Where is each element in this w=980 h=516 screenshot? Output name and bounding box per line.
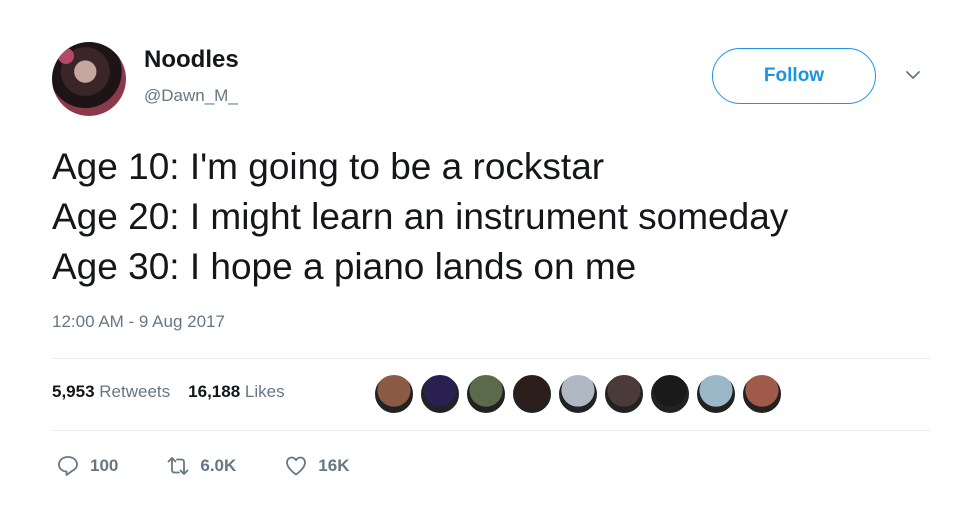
liker-avatar[interactable] xyxy=(650,374,690,414)
liker-avatar[interactable] xyxy=(742,374,782,414)
hair-flower xyxy=(58,48,74,64)
liker-avatar[interactable] xyxy=(420,374,460,414)
heart-icon xyxy=(286,456,307,476)
tweet-line: Age 30: I hope a piano lands on me xyxy=(52,246,637,287)
like-button[interactable]: 16K xyxy=(284,454,349,478)
retweets-stat[interactable]: 5,953 Retweets xyxy=(52,382,170,402)
author-avatar[interactable] xyxy=(52,42,126,116)
tweet-line: Age 10: I'm going to be a rockstar xyxy=(52,146,605,187)
divider xyxy=(52,430,930,431)
likes-count: 16,188 xyxy=(188,382,241,401)
retweet-button[interactable]: 6.0K xyxy=(166,454,236,478)
tweet-stats: 5,953 Retweets 16,188 Likes xyxy=(52,382,285,402)
liker-avatar[interactable] xyxy=(604,374,644,414)
retweet-icon xyxy=(167,457,189,475)
like-count: 16K xyxy=(318,456,350,475)
tweet-actions: 100 6.0K 16K xyxy=(56,454,397,478)
reply-button[interactable]: 100 xyxy=(56,454,118,478)
liker-avatar[interactable] xyxy=(558,374,598,414)
likes-label: Likes xyxy=(244,382,285,401)
chevron-down-icon[interactable] xyxy=(902,64,924,86)
liker-avatars xyxy=(374,374,782,414)
liker-avatar[interactable] xyxy=(696,374,736,414)
author-display-name[interactable]: Noodles xyxy=(144,46,239,74)
divider xyxy=(52,358,930,359)
follow-button[interactable]: Follow xyxy=(712,48,876,104)
reply-count: 100 xyxy=(90,456,119,475)
likes-stat[interactable]: 16,188 Likes xyxy=(188,382,284,402)
retweets-count: 5,953 xyxy=(52,382,95,401)
liker-avatar[interactable] xyxy=(512,374,552,414)
liker-avatar[interactable] xyxy=(374,374,414,414)
liker-avatar[interactable] xyxy=(466,374,506,414)
retweets-label: Retweets xyxy=(99,382,171,401)
retweet-count: 6.0K xyxy=(200,456,237,475)
tweet-line: Age 20: I might learn an instrument some… xyxy=(52,196,789,237)
tweet-text: Age 10: I'm going to be a rockstar Age 2… xyxy=(52,142,788,292)
tweet-timestamp[interactable]: 12:00 AM - 9 Aug 2017 xyxy=(52,312,225,332)
reply-icon xyxy=(58,456,78,476)
author-handle[interactable]: @Dawn_M_ xyxy=(144,86,238,106)
